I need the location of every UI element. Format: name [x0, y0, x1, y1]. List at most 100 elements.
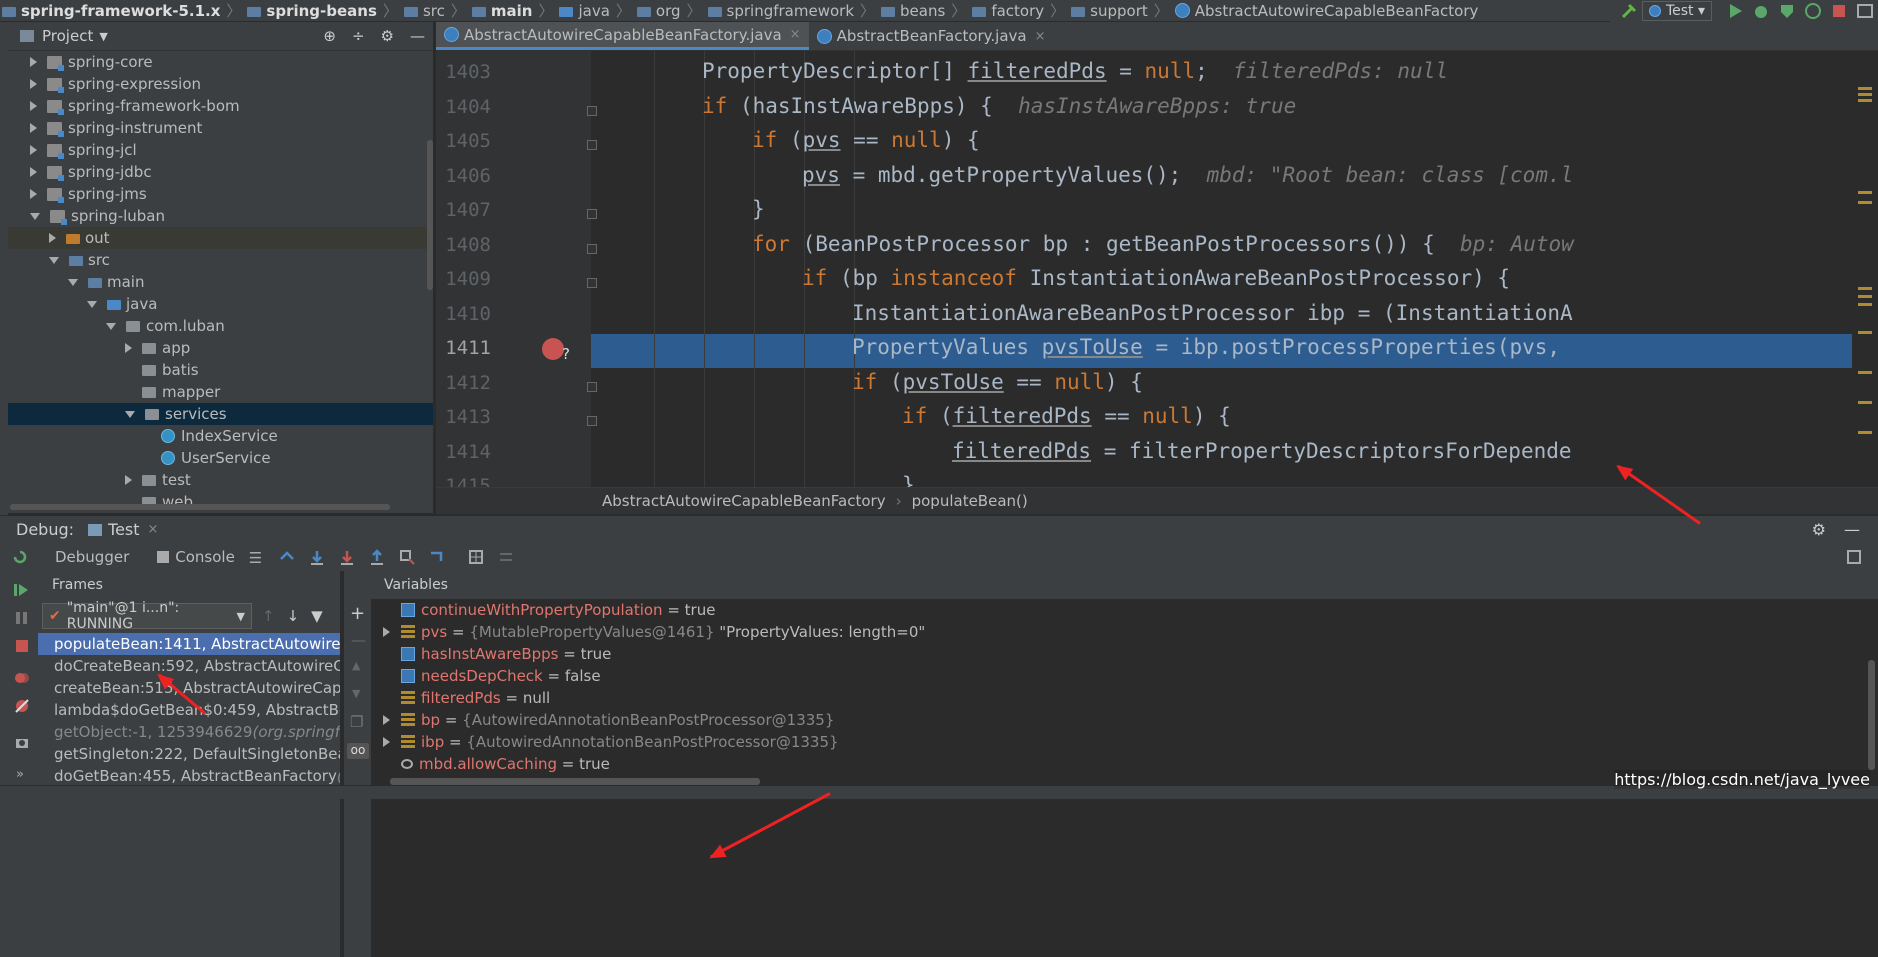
tree-node[interactable]: spring-jdbc: [8, 161, 433, 183]
menu-icon[interactable]: ☰: [249, 549, 265, 567]
mute-breakpoints-icon[interactable]: [15, 699, 29, 717]
fold-marker-icon[interactable]: [587, 209, 597, 219]
frame-down-icon[interactable]: ↓: [287, 607, 300, 625]
code-line[interactable]: if (pvs == null) {: [752, 128, 980, 152]
code-line[interactable]: }: [752, 197, 765, 221]
chevron-right-icon[interactable]: [30, 123, 37, 133]
chevron-right-icon[interactable]: [125, 475, 132, 485]
frame-up-icon[interactable]: ↑: [262, 607, 275, 625]
tree-node[interactable]: spring-jcl: [8, 139, 433, 161]
run-to-cursor-icon[interactable]: [429, 549, 445, 565]
breadcrumb-item[interactable]: spring-framework-5.1.x: [0, 2, 222, 20]
step-into-icon[interactable]: [339, 549, 355, 565]
chevron-right-icon[interactable]: [30, 101, 37, 111]
copy-icon[interactable]: ❐: [350, 713, 363, 731]
variable-row[interactable]: continueWithPropertyPopulation = true: [371, 599, 1871, 621]
tree-node[interactable]: out: [8, 227, 433, 249]
coverage-icon[interactable]: [1778, 2, 1796, 20]
stack-frame[interactable]: doGetBean:455, AbstractBeanFactory (org.…: [38, 765, 340, 787]
window-icon[interactable]: [1856, 2, 1874, 20]
camera-icon[interactable]: [15, 735, 29, 753]
code-editor[interactable]: 1403 1404 1405 1406 1407 1408 1409 1410 1411 1412…: [436, 51, 1878, 487]
pause-icon[interactable]: [15, 611, 29, 629]
stack-frame[interactable]: populateBean:1411, AbstractAutowireCapab…: [38, 633, 340, 655]
code-line[interactable]: if (hasInstAwareBpps) { hasInstAwareBpps…: [702, 94, 1296, 118]
view-breakpoints-icon[interactable]: [15, 671, 29, 689]
tree-node[interactable]: main: [8, 271, 433, 293]
breadcrumb-item[interactable]: support: [1069, 2, 1150, 20]
gear-icon[interactable]: ⚙: [1812, 520, 1826, 539]
chevron-right-icon[interactable]: [371, 715, 401, 725]
chevron-right-icon[interactable]: [30, 167, 37, 177]
editor-tab[interactable]: AbstractAutowireCapableBeanFactory.java ×: [436, 22, 809, 50]
stack-frame[interactable]: doCreateBean:592, AbstractAutowireCapabl…: [38, 655, 340, 677]
variables-vertical-scrollbar[interactable]: [1868, 660, 1875, 770]
variable-row[interactable]: filteredPds = null: [371, 687, 1871, 709]
rerun-icon[interactable]: [12, 549, 28, 565]
filter-icon[interactable]: ▼: [311, 607, 323, 625]
chevron-down-icon[interactable]: ▼: [99, 30, 107, 43]
code-line[interactable]: if (pvsToUse == null) {: [852, 370, 1143, 394]
fold-marker-icon[interactable]: [587, 243, 597, 254]
fold-marker-icon[interactable]: [587, 278, 597, 288]
tree-node[interactable]: java: [8, 293, 433, 315]
chevron-right-icon[interactable]: [30, 79, 37, 89]
minimize-icon[interactable]: —: [1844, 520, 1860, 539]
breadcrumb-item[interactable]: src: [402, 2, 447, 20]
code-line[interactable]: if (bp instanceof InstantiationAwareBean…: [802, 266, 1510, 290]
variable-row[interactable]: pvs = {MutablePropertyValues@1461} "Prop…: [371, 621, 1871, 643]
tree-node[interactable]: spring-instrument: [8, 117, 433, 139]
fold-marker-icon[interactable]: [587, 105, 597, 116]
tree-node[interactable]: spring-jms: [8, 183, 433, 205]
breadcrumb-item[interactable]: org: [635, 2, 683, 20]
tree-node[interactable]: spring-core: [8, 51, 433, 73]
tree-node[interactable]: spring-framework-bom: [8, 95, 433, 117]
breakpoint-icon[interactable]: [542, 338, 564, 360]
tree-node[interactable]: src: [8, 249, 433, 271]
stop-icon[interactable]: [1830, 2, 1848, 20]
breadcrumb-item[interactable]: beans: [879, 2, 947, 20]
chevron-right-icon[interactable]: [30, 189, 37, 199]
chevron-right-icon[interactable]: [30, 145, 37, 155]
trace-icon[interactable]: [498, 549, 514, 565]
debug-icon[interactable]: [1752, 2, 1770, 20]
chevron-down-icon[interactable]: [49, 256, 59, 264]
project-horizontal-scrollbar[interactable]: [10, 504, 390, 510]
move-up-icon[interactable]: ▲: [352, 659, 360, 672]
breadcrumb-item[interactable]: main: [470, 2, 535, 20]
remove-watch-icon[interactable]: —: [351, 631, 366, 649]
run-icon[interactable]: [1726, 2, 1744, 20]
chevron-right-icon[interactable]: [371, 627, 401, 637]
chevron-down-icon[interactable]: [87, 300, 97, 308]
chevron-down-icon[interactable]: [106, 322, 116, 330]
code-line[interactable]: PropertyValues pvsToUse = ibp.postProces…: [852, 335, 1560, 359]
tree-node[interactable]: app: [8, 337, 433, 359]
stack-frame[interactable]: getObject:-1, 1253946629 (org.springfram…: [38, 721, 340, 743]
breadcrumb-class[interactable]: AbstractAutowireCapableBeanFactory: [602, 492, 886, 510]
variable-row[interactable]: bp = {AutowiredAnnotationBeanPostProcess…: [371, 709, 1871, 731]
minimize-icon[interactable]: —: [410, 27, 425, 45]
editor-tab[interactable]: AbstractBeanFactory.java ×: [809, 22, 1054, 50]
stop-icon[interactable]: [15, 639, 29, 657]
variable-row[interactable]: needsDepCheck = false: [371, 665, 1871, 687]
breadcrumb-item[interactable]: spring-beans: [245, 2, 379, 20]
more-icon[interactable]: »: [16, 767, 24, 782]
code-line[interactable]: InstantiationAwareBeanPostProcessor ibp …: [852, 301, 1573, 325]
tree-node[interactable]: mapper: [8, 381, 433, 403]
code-line[interactable]: }: [902, 473, 915, 487]
variable-row[interactable]: ibp = {AutowiredAnnotationBeanPostProces…: [371, 731, 1871, 753]
tree-node[interactable]: UserService: [8, 447, 433, 469]
code-line[interactable]: PropertyDescriptor[] filteredPds = null;…: [702, 59, 1448, 83]
tree-node[interactable]: IndexService: [8, 425, 433, 447]
profile-icon[interactable]: [1804, 2, 1822, 20]
tree-node[interactable]: spring-luban: [8, 205, 433, 227]
run-configuration-select[interactable]: Test ▾: [1641, 1, 1712, 21]
code-line[interactable]: for (BeanPostProcessor bp : getBeanPostP…: [752, 232, 1574, 256]
tree-node[interactable]: com.luban: [8, 315, 433, 337]
project-title[interactable]: Project: [42, 27, 93, 45]
move-down-icon[interactable]: ▼: [352, 687, 360, 700]
code-line[interactable]: if (filteredPds == null) {: [902, 404, 1231, 428]
close-icon[interactable]: ×: [790, 27, 801, 42]
thread-select[interactable]: ✔ "main"@1 i...n": RUNNING ▼: [42, 600, 252, 632]
variable-row[interactable]: hasInstAwareBpps = true: [371, 643, 1871, 665]
